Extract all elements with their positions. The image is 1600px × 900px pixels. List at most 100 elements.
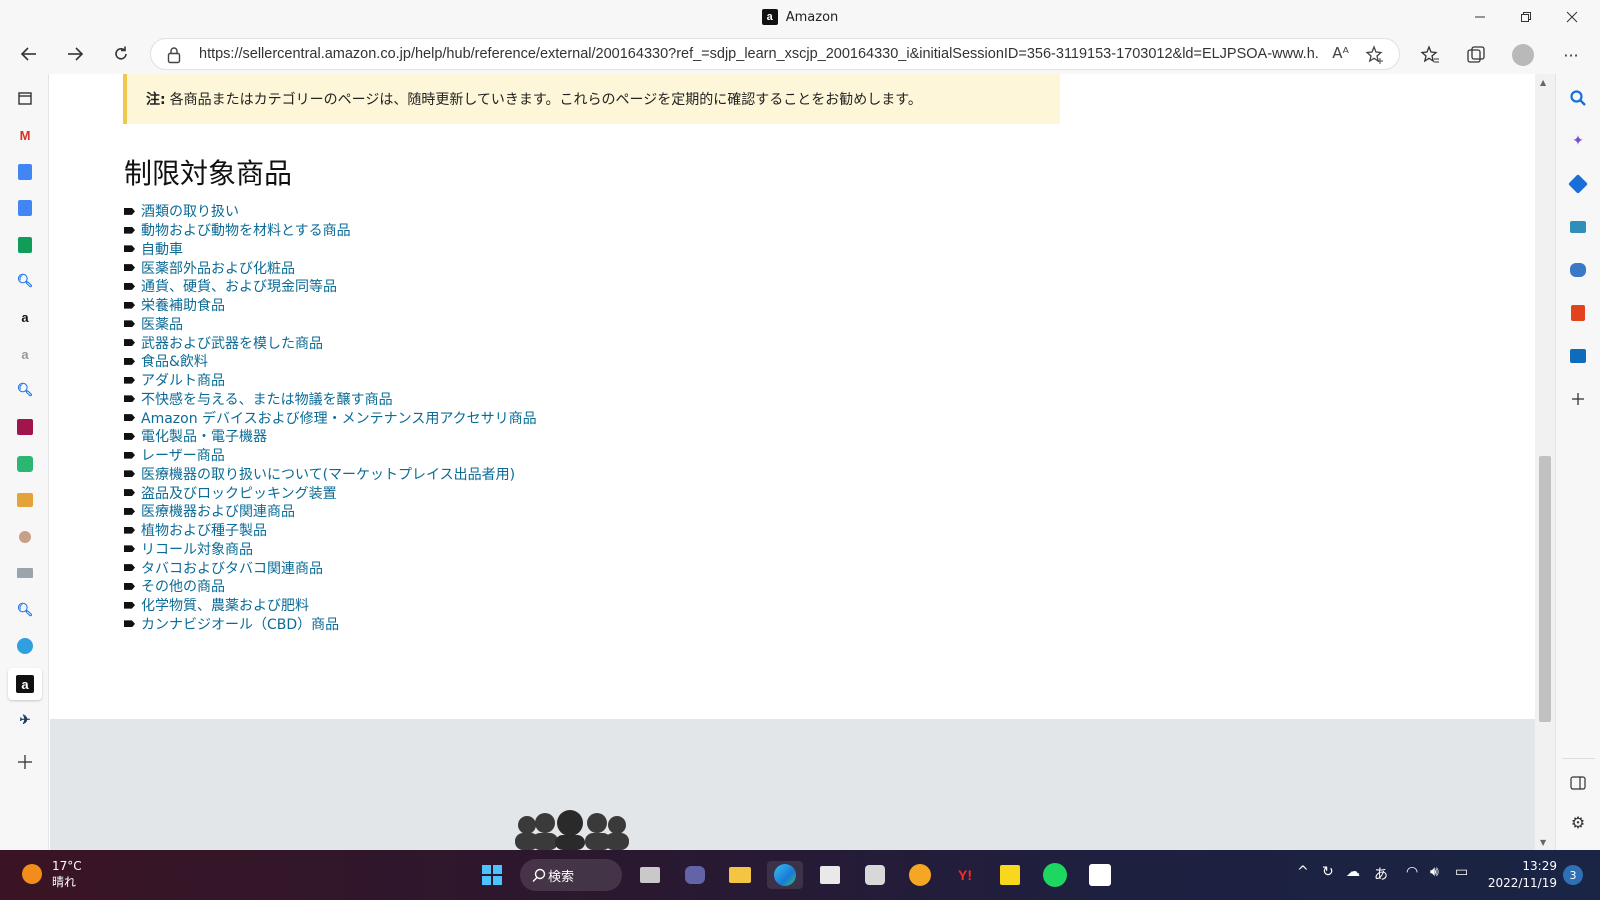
item-link[interactable]: カンナビジオール（CBD）商品 (141, 614, 339, 634)
docs-icon[interactable] (13, 160, 37, 184)
scroll-up-arrow-icon[interactable]: ▲ (1540, 78, 1546, 87)
minimize-button[interactable] (1457, 0, 1503, 34)
start-windows-icon[interactable] (478, 861, 506, 889)
store-tab-icon[interactable] (13, 488, 37, 512)
face-tab-icon[interactable] (13, 525, 37, 549)
sticky-notes-icon[interactable] (996, 861, 1024, 889)
item-link[interactable]: 通貨、硬貨、および現金同等品 (141, 276, 337, 296)
item-link[interactable]: レーザー商品 (141, 445, 225, 465)
amazon-active-tab[interactable]: a (8, 668, 42, 700)
close-button[interactable] (1549, 0, 1595, 34)
docs-icon-2[interactable] (13, 196, 37, 220)
amazon-active-tab-icon: a (16, 675, 34, 693)
tray-onedrive-icon[interactable]: ☁ (1346, 864, 1360, 880)
item-link[interactable]: 栄養補助食品 (141, 295, 225, 315)
item-link[interactable]: 医薬品 (141, 314, 183, 334)
sidebar-tools-icon[interactable] (1566, 215, 1590, 239)
item-link[interactable]: 盗品及びロックピッキング装置 (141, 483, 337, 503)
weather-widget[interactable]: 17°C 晴れ (22, 858, 82, 890)
app-icon-last[interactable] (1086, 861, 1114, 889)
task-view-icon[interactable] (636, 861, 664, 889)
tray-sync-icon[interactable]: ↻ (1322, 864, 1334, 880)
read-aloud-icon[interactable]: Aᴬ (1332, 44, 1349, 62)
item-link[interactable]: 酒類の取り扱い (141, 201, 239, 221)
refresh-button[interactable] (104, 38, 138, 70)
search-tab-icon-2[interactable]: 🔍︎ (13, 378, 37, 402)
globe-tab-icon[interactable] (13, 634, 37, 658)
page-scrollbar[interactable]: ▲ ▼ (1535, 74, 1555, 850)
sidebar-office-icon[interactable] (1566, 301, 1590, 325)
item-link[interactable]: 医療機器の取り扱いについて(マーケットプレイス出品者用) (141, 464, 515, 484)
item-link[interactable]: 医療機器および関連商品 (141, 501, 295, 521)
item-link[interactable]: 医薬部外品および化粧品 (141, 258, 295, 278)
item-link[interactable]: 自動車 (141, 239, 183, 259)
taskbar-clock[interactable]: 13:29 2022/11/19 (1487, 858, 1557, 892)
amazon-tab-icon-1[interactable]: a (13, 305, 37, 329)
teams-chat-icon[interactable] (681, 861, 709, 889)
gmail-icon[interactable]: M (13, 123, 37, 147)
url-text[interactable]: https://sellercentral.amazon.co.jp/help/… (199, 46, 1319, 62)
list-item: カンナビジオール（CBD）商品 (124, 615, 537, 634)
item-link[interactable]: リコール対象商品 (141, 539, 253, 559)
scroll-down-arrow-icon[interactable]: ▼ (1540, 838, 1546, 847)
item-link[interactable]: 化学物質、農薬および肥料 (141, 595, 309, 615)
forward-button[interactable] (58, 38, 92, 70)
sidebar-games-icon[interactable] (1566, 258, 1590, 282)
address-bar[interactable]: https://sellercentral.amazon.co.jp/help/… (150, 38, 1400, 70)
tab-actions-icon[interactable] (13, 86, 37, 110)
restore-button[interactable] (1503, 0, 1549, 34)
add-favorite-icon[interactable] (1365, 45, 1385, 65)
new-tab-plus-icon[interactable] (13, 750, 37, 774)
media-tab-icon[interactable] (13, 415, 37, 439)
bullet-icon (124, 264, 135, 272)
edge-taskbar-icon[interactable] (767, 861, 803, 889)
profile-button[interactable] (1508, 40, 1538, 70)
scrollbar-thumb[interactable] (1539, 456, 1551, 722)
item-link[interactable]: 植物および種子製品 (141, 520, 267, 540)
item-link[interactable]: Amazon デバイスおよび修理・メンテナンス用アクセサリ商品 (141, 408, 537, 428)
store-icon[interactable] (816, 861, 844, 889)
bullet-icon (124, 395, 135, 403)
item-link[interactable]: タバコおよびタバコ関連商品 (141, 558, 323, 578)
item-link[interactable]: その他の商品 (141, 576, 225, 596)
sidebar-search-icon[interactable] (1566, 86, 1590, 110)
volume-icon[interactable]: 🔊︎ (1430, 864, 1439, 880)
back-button[interactable] (12, 38, 46, 70)
favorites-button[interactable] (1415, 40, 1445, 70)
search-tab-icon-3[interactable]: 🔍︎ (13, 598, 37, 622)
sidebar-discover-icon[interactable]: ✦ (1566, 129, 1590, 153)
snipping-tool-icon[interactable] (861, 861, 889, 889)
tray-overflow-chevron-icon[interactable]: ^ (1297, 864, 1309, 880)
wifi-icon[interactable]: ◠ (1406, 864, 1418, 880)
item-link[interactable]: 食品&飲料 (141, 351, 208, 371)
settings-more-button[interactable]: ··· (1556, 40, 1586, 70)
orange-app-icon[interactable] (906, 861, 934, 889)
sidebar-hide-icon[interactable] (1566, 771, 1590, 795)
restore-icon (1521, 12, 1531, 22)
amazon-tab-icon-2[interactable]: a (13, 342, 37, 366)
collections-button[interactable] (1461, 40, 1491, 70)
ime-indicator[interactable]: あ (1374, 864, 1388, 884)
search-tab-icon[interactable]: 🔍︎ (13, 269, 37, 293)
favorites-icon (1420, 45, 1439, 63)
sidebar-shopping-icon[interactable] (1566, 172, 1590, 196)
item-link[interactable]: 不快感を与える、または物議を醸す商品 (141, 389, 393, 409)
yahoo-icon[interactable]: Y! (951, 861, 979, 889)
file-explorer-icon[interactable] (726, 861, 754, 889)
item-link[interactable]: アダルト商品 (141, 370, 225, 390)
item-link[interactable]: 動物および動物を材料とする商品 (141, 220, 351, 240)
weather-temp: 17°C (52, 859, 82, 873)
flight-tab-icon[interactable]: ✈ (13, 708, 37, 732)
sidebar-outlook-icon[interactable] (1566, 344, 1590, 368)
sheets-icon[interactable] (13, 233, 37, 257)
sidebar-add-icon[interactable] (1566, 387, 1590, 411)
item-link[interactable]: 電化製品・電子機器 (141, 426, 267, 446)
notification-badge[interactable]: 3 (1563, 865, 1583, 885)
green-a-tab-icon[interactable] (13, 452, 37, 476)
sidebar-settings-gear-icon[interactable]: ⚙ (1566, 810, 1590, 834)
battery-icon[interactable]: ▭ (1455, 864, 1468, 880)
item-link[interactable]: 武器および武器を模した商品 (141, 333, 323, 353)
taskbar-search[interactable]: 検索 (520, 859, 622, 891)
laptop-tab-icon[interactable] (13, 561, 37, 585)
spotify-icon[interactable] (1041, 861, 1069, 889)
